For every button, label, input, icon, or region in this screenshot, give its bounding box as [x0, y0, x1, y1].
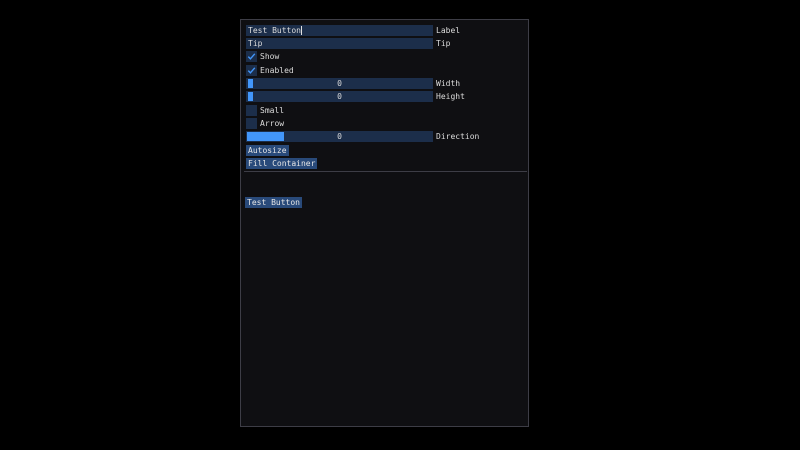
tip-input-value: Tip [248, 39, 263, 48]
label-row: Test Button Label [246, 25, 460, 36]
height-slider[interactable]: 0 [246, 91, 433, 102]
fill-container-row: Fill Container [246, 158, 318, 169]
small-checkbox-row[interactable]: Small [246, 105, 284, 116]
autosize-row: Autosize [246, 145, 289, 156]
arrow-checkbox[interactable] [246, 118, 257, 129]
separator [244, 171, 527, 172]
height-slider-value: 0 [337, 92, 342, 101]
autosize-button[interactable]: Autosize [246, 145, 289, 156]
enabled-checkbox[interactable] [246, 65, 257, 76]
small-checkbox[interactable] [246, 105, 257, 116]
show-checkbox[interactable] [246, 51, 257, 62]
width-slider-label: Width [436, 79, 461, 88]
width-slider[interactable]: 0 [246, 78, 433, 89]
label-input[interactable]: Test Button [246, 25, 433, 36]
width-row: 0 Width [246, 78, 460, 89]
test-window: Test Button Label Tip Tip Show Enabled 0… [240, 19, 529, 427]
tip-input[interactable]: Tip [246, 38, 433, 49]
fill-container-button[interactable]: Fill Container [246, 158, 318, 169]
direction-slider[interactable]: 0 [246, 131, 433, 142]
enabled-checkbox-label: Enabled [260, 66, 294, 75]
preview-row: Test Button [245, 197, 302, 208]
label-input-value: Test Button [248, 26, 301, 35]
checkmark-icon [247, 67, 256, 74]
direction-slider-label: Direction [436, 132, 480, 141]
enabled-checkbox-row[interactable]: Enabled [246, 65, 294, 76]
arrow-checkbox-row[interactable]: Arrow [246, 118, 284, 129]
height-slider-label: Height [436, 92, 465, 101]
label-input-label: Label [436, 26, 461, 35]
show-checkbox-row[interactable]: Show [246, 51, 279, 62]
direction-slider-value: 0 [337, 132, 342, 141]
width-slider-value: 0 [337, 79, 342, 88]
tip-row: Tip Tip [246, 38, 450, 49]
arrow-checkbox-label: Arrow [260, 119, 285, 128]
direction-row: 0 Direction [246, 131, 479, 142]
checkmark-icon [247, 53, 256, 60]
height-row: 0 Height [246, 91, 465, 102]
show-checkbox-label: Show [260, 52, 280, 61]
text-caret [300, 26, 302, 35]
tip-input-label: Tip [436, 39, 451, 48]
test-button[interactable]: Test Button [245, 197, 302, 208]
small-checkbox-label: Small [260, 106, 285, 115]
